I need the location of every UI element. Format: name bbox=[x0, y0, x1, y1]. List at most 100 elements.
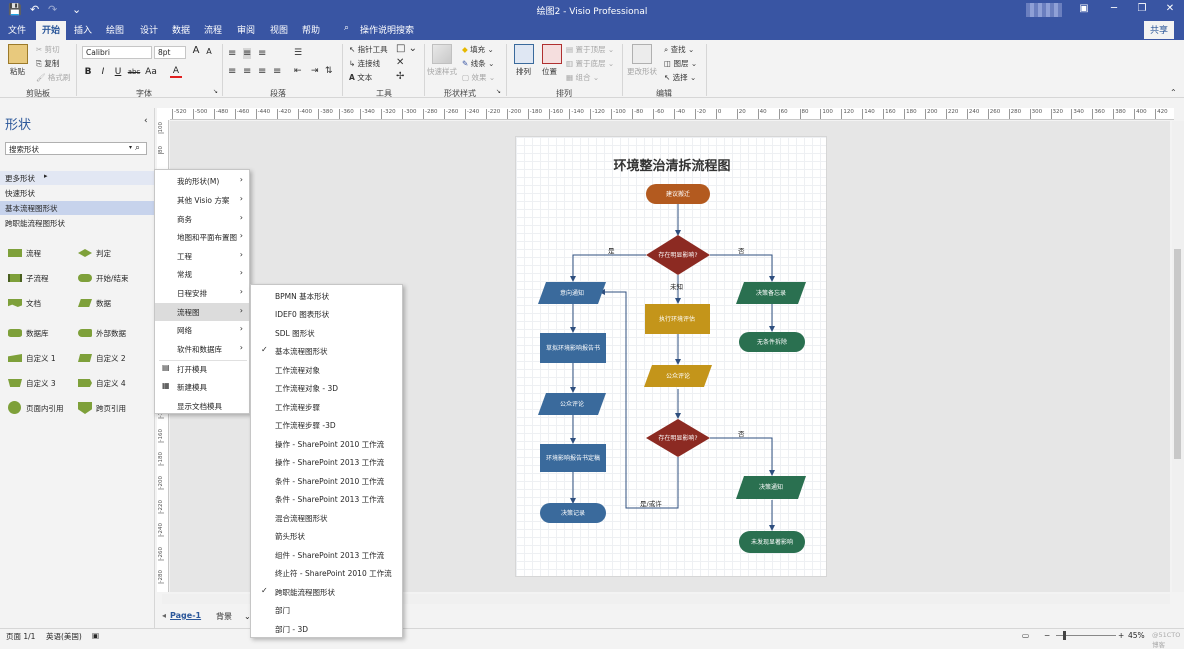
menu-item-maps-floorplans[interactable]: 地图和平面布置图 › bbox=[155, 228, 249, 246]
menu-item-new-stencil[interactable]: ▦ 新建模具 bbox=[155, 378, 249, 396]
quick-shapes-link[interactable]: 快速形状 bbox=[0, 186, 154, 200]
tab-home[interactable]: 开始 bbox=[36, 21, 67, 40]
align-right-icon[interactable]: ≡ bbox=[258, 66, 266, 77]
tab-process[interactable]: 流程 bbox=[204, 23, 222, 36]
tab-insert[interactable]: 插入 bbox=[74, 23, 92, 36]
basic-flowchart-stencil-link[interactable]: 基本流程图形状 bbox=[0, 201, 154, 215]
menu-item-general[interactable]: 常规 › bbox=[155, 265, 249, 283]
submenu-departments[interactable]: 部门 bbox=[251, 601, 402, 619]
menu-item-schedule[interactable]: 日程安排 › bbox=[155, 284, 249, 302]
user-avatar[interactable] bbox=[1026, 3, 1062, 17]
share-button[interactable]: 共享 bbox=[1143, 21, 1174, 39]
node-no-impact[interactable]: 未发现显著影响 bbox=[739, 531, 805, 553]
submenu-conditions-sp2010[interactable]: 条件 - SharePoint 2010 工作流 bbox=[251, 472, 402, 490]
zoom-out-icon[interactable]: − bbox=[1044, 631, 1050, 640]
submenu-basic-flowchart[interactable]: ✓ 基本流程图形状 bbox=[251, 342, 402, 360]
grow-font-button[interactable]: A bbox=[190, 45, 202, 56]
submenu-bpmn[interactable]: BPMN 基本形状 bbox=[251, 287, 402, 305]
align-bottom-icon[interactable]: ≡ bbox=[258, 48, 266, 59]
menu-item-my-shapes[interactable]: 我的形状(M) › bbox=[155, 172, 249, 190]
font-name-combo[interactable]: Calibri bbox=[82, 46, 152, 59]
arrange-icon[interactable] bbox=[514, 44, 534, 64]
menu-item-other-visio-solutions[interactable]: 其他 Visio 方案 › bbox=[155, 191, 249, 209]
node-start[interactable]: 建议搬迁 bbox=[646, 184, 710, 204]
text-direction-icon[interactable]: ⇅ bbox=[325, 66, 333, 76]
macro-record-icon[interactable]: ▣ bbox=[92, 631, 99, 640]
delete-connector-icon[interactable]: ✕ bbox=[396, 57, 404, 68]
arrange-label[interactable]: 排列 bbox=[516, 66, 531, 77]
cut-button[interactable]: ✂ 剪切 bbox=[36, 44, 60, 55]
align-top-icon[interactable]: ≡ bbox=[228, 48, 236, 59]
vertical-scrollbar[interactable] bbox=[1172, 121, 1184, 592]
bold-button[interactable]: B bbox=[82, 67, 94, 77]
paste-icon[interactable] bbox=[8, 44, 28, 64]
tab-background[interactable]: 背景 bbox=[216, 611, 232, 622]
submenu-sdl[interactable]: SDL 图形状 bbox=[251, 324, 402, 342]
tab-help[interactable]: 帮助 bbox=[302, 23, 320, 36]
ribbon-display-icon[interactable]: ▣ bbox=[1074, 3, 1094, 14]
submenu-hybrid-flowchart[interactable]: 混合流程图形状 bbox=[251, 509, 402, 527]
node-decision-notice[interactable]: 决策通知 bbox=[736, 476, 806, 499]
status-page-indicator[interactable]: 页面 1/1 bbox=[6, 631, 35, 642]
strikethrough-button[interactable]: abc bbox=[126, 68, 142, 76]
group-button[interactable]: ▦ 组合 ⌄ bbox=[566, 72, 599, 83]
connector-button[interactable]: ↳ 连接线 bbox=[349, 58, 380, 69]
line-button[interactable]: ✎ 线条 ⌄ bbox=[462, 58, 494, 69]
bring-to-front-button[interactable]: ▤ 置于顶层 ⌄ bbox=[566, 44, 614, 55]
submenu-workflow-objects-3d[interactable]: 工作流程对象 - 3D bbox=[251, 379, 402, 397]
node-decision-1[interactable]: 存在明显影响? bbox=[646, 235, 710, 275]
menu-item-business[interactable]: 商务 › bbox=[155, 210, 249, 228]
select-button[interactable]: ↖ 选择 ⌄ bbox=[664, 72, 696, 83]
italic-button[interactable]: I bbox=[97, 67, 109, 77]
node-record[interactable]: 决策备忘录 bbox=[736, 282, 806, 304]
node-decision-record[interactable]: 决策记录 bbox=[540, 503, 606, 523]
tab-design[interactable]: 设计 bbox=[140, 23, 158, 36]
increase-indent-icon[interactable]: ⇥ bbox=[311, 66, 319, 76]
align-middle-icon[interactable]: ≡ bbox=[243, 48, 252, 59]
text-tool-button[interactable]: A 文本 bbox=[349, 72, 372, 83]
change-shape-icon[interactable] bbox=[632, 44, 652, 64]
tab-page-1[interactable]: Page-1 bbox=[170, 611, 201, 620]
menu-item-software-database[interactable]: 软件和数据库 › bbox=[155, 340, 249, 358]
tab-draw[interactable]: 绘图 bbox=[106, 23, 124, 36]
node-no-condition[interactable]: 无条件拆除 bbox=[739, 332, 805, 352]
justify-icon[interactable]: ≡ bbox=[273, 66, 281, 77]
submenu-terminators-sp2010[interactable]: 终止符 - SharePoint 2010 工作流 bbox=[251, 564, 402, 582]
submenu-idef0[interactable]: IDEF0 图表形状 bbox=[251, 305, 402, 323]
submenu-actions-sp2013[interactable]: 操作 - SharePoint 2013 工作流 bbox=[251, 453, 402, 471]
submenu-workflow-objects[interactable]: 工作流程对象 bbox=[251, 361, 402, 379]
submenu-actions-sp2010[interactable]: 操作 - SharePoint 2010 工作流 bbox=[251, 435, 402, 453]
submenu-departments-3d[interactable]: 部门 - 3D bbox=[251, 620, 402, 638]
node-report[interactable]: 草拟环境影响报告书 bbox=[540, 333, 606, 363]
align-center-icon[interactable]: ≡ bbox=[243, 66, 251, 77]
menu-item-flowchart[interactable]: 流程图 › bbox=[155, 303, 249, 321]
vertical-scroll-thumb[interactable] bbox=[1174, 249, 1181, 459]
submenu-arrow-shapes[interactable]: 箭头形状 bbox=[251, 527, 402, 545]
fill-button[interactable]: ◆ 填充 ⌄ bbox=[462, 44, 494, 55]
paste-label[interactable]: 粘贴 bbox=[10, 66, 25, 77]
align-left-icon[interactable]: ≡ bbox=[228, 66, 236, 77]
effects-button[interactable]: ▢ 效果 ⌄ bbox=[462, 72, 495, 83]
collapse-ribbon-icon[interactable]: ⌃ bbox=[1170, 88, 1177, 97]
position-label[interactable]: 位置 bbox=[542, 66, 557, 77]
tell-me-search[interactable]: 操作说明搜索 bbox=[360, 23, 414, 36]
more-shapes-link[interactable]: 更多形状 ▸ bbox=[0, 171, 154, 185]
menu-item-show-document-stencil[interactable]: 显示文档模具 bbox=[155, 397, 249, 415]
drawing-page[interactable]: 环境整治清拆流程图 是 否 未知 否 是/或许 建议搬迁 存在明显影响? 意向通… bbox=[515, 136, 827, 577]
send-to-back-button[interactable]: ▥ 置于底层 ⌄ bbox=[566, 58, 614, 69]
minimize-icon[interactable]: ─ bbox=[1104, 3, 1124, 14]
font-dialog-launcher-icon[interactable]: ↘ bbox=[213, 88, 218, 95]
layers-button[interactable]: ◫ 图层 ⌄ bbox=[664, 58, 697, 69]
submenu-components-sp2013[interactable]: 组件 - SharePoint 2013 工作流 bbox=[251, 546, 402, 564]
node-public-comment-2[interactable]: 公众评论 bbox=[538, 393, 606, 415]
tab-review[interactable]: 审阅 bbox=[237, 23, 255, 36]
change-shape-label[interactable]: 更改形状 bbox=[627, 66, 657, 77]
shrink-font-button[interactable]: A bbox=[203, 47, 215, 56]
maximize-icon[interactable]: ❐ bbox=[1132, 3, 1152, 14]
quick-styles-label[interactable]: 快速样式 bbox=[427, 66, 457, 77]
cross-functional-stencil-link[interactable]: 跨职能流程图形状 bbox=[0, 216, 154, 230]
underline-button[interactable]: U bbox=[112, 67, 124, 77]
page-nav-prev-icon[interactable]: ◂ bbox=[162, 611, 166, 620]
node-final-report[interactable]: 环境影响报告书定稿 bbox=[540, 444, 606, 472]
decrease-indent-icon[interactable]: ⇤ bbox=[294, 66, 302, 76]
